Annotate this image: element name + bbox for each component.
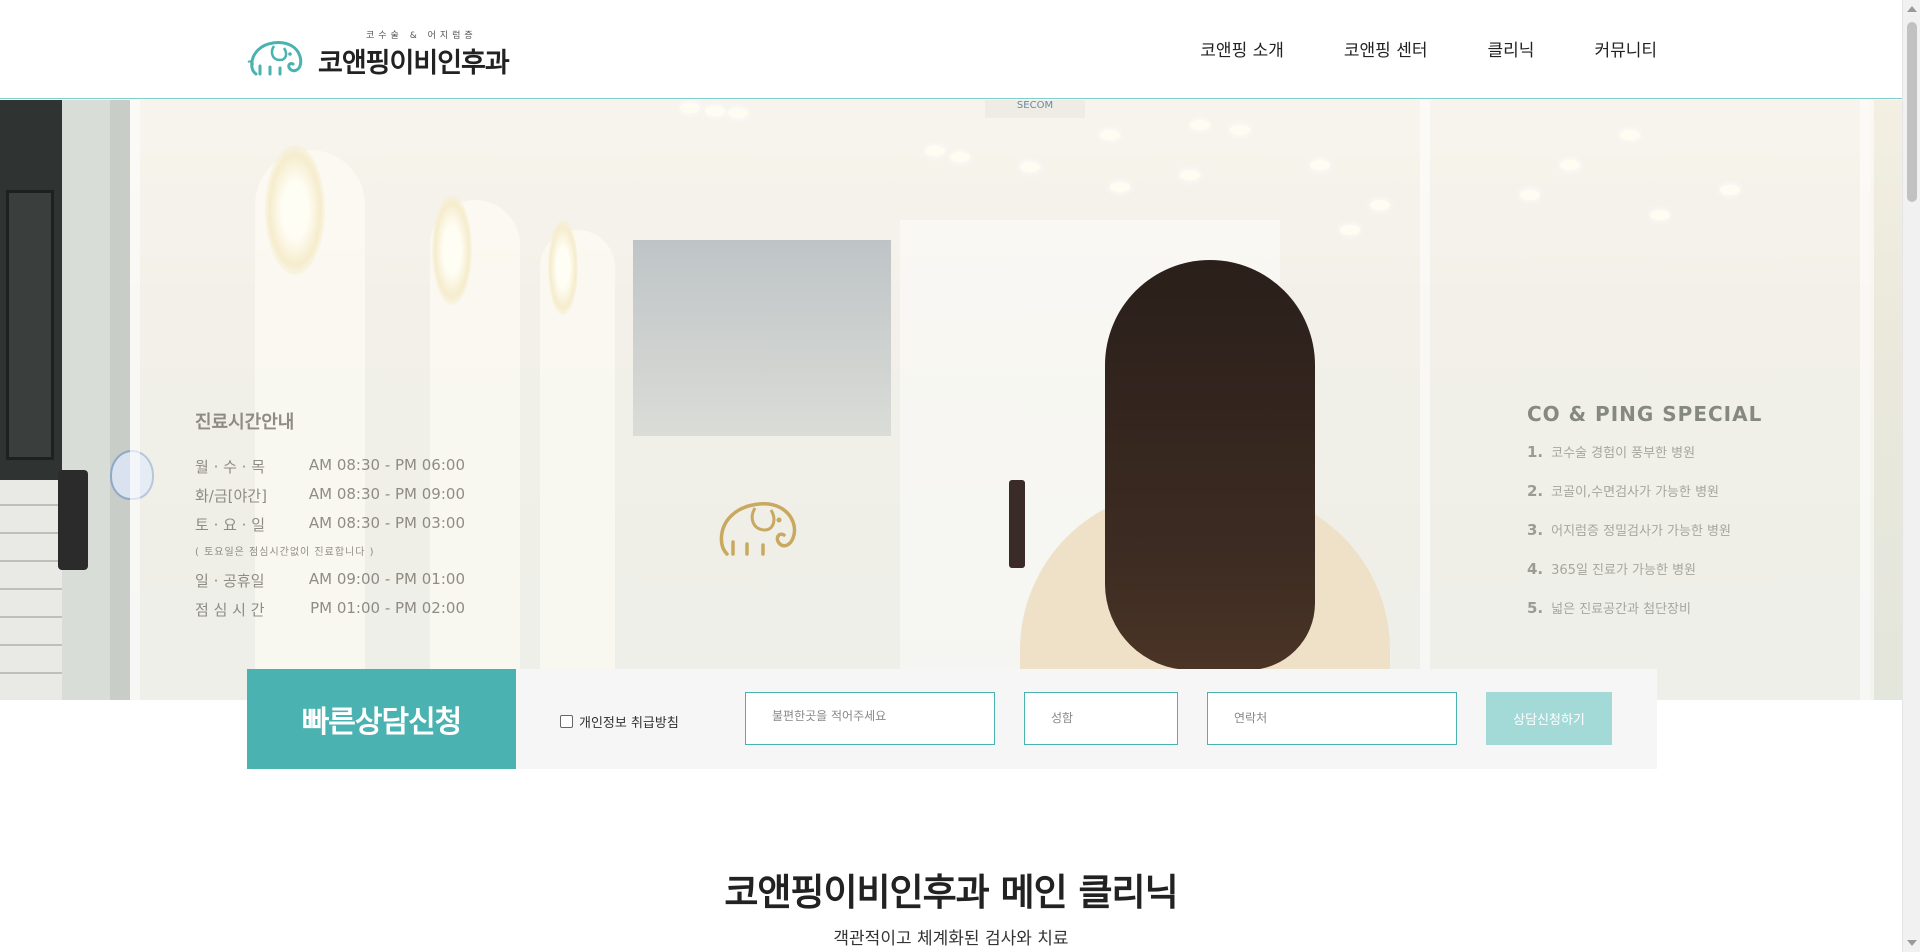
door-lock-icon xyxy=(58,470,88,570)
quick-consult-form: 빠른상담신청 개인정보 취급방침 불편한곳을 적어주세요 성함 연락처 상담신청… xyxy=(247,669,1657,769)
nav-item-clinic[interactable]: 클리닉 xyxy=(1488,36,1535,61)
privacy-label[interactable]: 개인정보 취급방침 xyxy=(579,712,679,731)
hero-bricks xyxy=(0,480,62,700)
logo-title: 코앤핑이비인후과 xyxy=(318,48,510,79)
ceiling-light xyxy=(1310,160,1330,170)
main-nav: 코앤핑 소개 코앤핑 센터 클리닉 커뮤니티 xyxy=(1140,36,1657,61)
checkbox-icon[interactable] xyxy=(560,715,573,728)
hours-day: 토 · 요 · 일 xyxy=(195,516,266,534)
hours-time: PM 01:00 - PM 02:00 xyxy=(310,599,465,617)
hours-row: 화/금[야간] AM 08:30 - PM 09:00 xyxy=(195,485,465,514)
ceiling-light xyxy=(728,108,748,118)
nav-item-center[interactable]: 코앤핑 센터 xyxy=(1344,36,1428,61)
site-logo[interactable]: 코수술 & 어지럼증 코앤핑이비인후과 xyxy=(246,28,526,79)
ceiling-light xyxy=(950,152,970,162)
hours-row: 월 · 수 · 목 AM 08:30 - PM 06:00 xyxy=(195,456,465,485)
ceiling-light xyxy=(1620,130,1640,140)
ceiling-light xyxy=(1340,225,1360,235)
nav-item-community[interactable]: 커뮤니티 xyxy=(1594,36,1657,61)
hours-day: 화/금[야간] xyxy=(195,487,267,505)
special-text: 어지럼증 정밀검사가 가능한 병원 xyxy=(1551,524,1731,539)
glass-frame xyxy=(1860,100,1874,700)
ceiling-light xyxy=(1110,182,1130,192)
ceiling-light xyxy=(925,146,945,156)
scroll-thumb[interactable] xyxy=(1907,22,1917,202)
hours-row: 토 · 요 · 일 AM 08:30 - PM 03:00 xyxy=(195,514,465,543)
ceiling-light xyxy=(1720,185,1740,195)
scroll-up-icon[interactable] xyxy=(1907,6,1917,12)
elephant-logo-icon xyxy=(247,41,303,76)
page-scrollbar[interactable] xyxy=(1902,0,1920,952)
hero-banner: SECOM 진료시간안내 월 · 수 · 목 AM 08:30 - PM 06:0… xyxy=(0,100,1902,700)
scroll-down-icon[interactable] xyxy=(1907,940,1917,946)
submit-consult-button[interactable]: 상담신청하기 xyxy=(1486,692,1612,745)
wall-lamp xyxy=(265,145,325,275)
hours-title: 진료시간안내 xyxy=(195,412,295,433)
special-item: 4. 365일 진료가 가능한 병원 xyxy=(1527,559,1787,598)
ceiling-light xyxy=(1560,160,1580,170)
ceiling-light xyxy=(1520,190,1540,200)
ceiling-light xyxy=(1190,120,1210,130)
special-text: 365일 진료가 가능한 병원 xyxy=(1551,563,1696,578)
wall-lamp xyxy=(432,195,472,305)
hours-day: 월 · 수 · 목 xyxy=(195,458,266,476)
special-item: 1. 코수술 경험이 풍부한 병원 xyxy=(1527,442,1787,481)
ceiling-light xyxy=(1230,125,1250,135)
ceiling-light xyxy=(1020,162,1040,172)
special-text: 넓은 진료공간과 첨단장비 xyxy=(1551,602,1691,617)
consult-title: 빠른상담신청 xyxy=(247,669,516,769)
special-num: 5. xyxy=(1527,599,1544,617)
hours-sign: 진료시간안내 월 · 수 · 목 AM 08:30 - PM 06:00 화/금[… xyxy=(195,408,465,628)
hours-day: 점 심 시 간 xyxy=(195,601,265,619)
ceiling-light xyxy=(1180,170,1200,180)
ceiling-light xyxy=(1100,130,1120,140)
wall-lamp xyxy=(548,220,578,315)
logo-subtitle: 코수술 & 어지럼증 xyxy=(366,31,477,41)
privacy-checkbox[interactable]: 개인정보 취급방침 xyxy=(560,712,679,731)
special-item: 3. 어지럼증 정밀검사가 가능한 병원 xyxy=(1527,520,1787,559)
phone-input[interactable]: 연락처 xyxy=(1207,692,1457,745)
special-text: 코수술 경험이 풍부한 병원 xyxy=(1551,446,1696,461)
ceiling-light xyxy=(1650,210,1670,220)
ceiling-light xyxy=(705,106,725,116)
door-handle xyxy=(1009,480,1025,568)
special-title: CO & PING SPECIAL xyxy=(1527,402,1763,426)
nav-item-about[interactable]: 코앤핑 소개 xyxy=(1200,36,1284,61)
hours-time: AM 09:00 - PM 01:00 xyxy=(308,570,465,588)
section-title: 코앤핑이비인후과 메인 클리닉 xyxy=(724,871,1178,914)
hours-note: ( 토요일은 점심시간없이 진료합니다 ) xyxy=(195,547,375,558)
special-sign: CO & PING SPECIAL 1. 코수술 경험이 풍부한 병원 2. 코골이… xyxy=(1527,402,1787,637)
person-hair xyxy=(1105,260,1315,670)
section-subtitle: 객관적이고 체계화된 검사와 치료 xyxy=(833,929,1069,949)
wall-monitor xyxy=(633,240,891,436)
symptom-input[interactable]: 불편한곳을 적어주세요 xyxy=(745,692,995,745)
special-num: 2. xyxy=(1527,482,1544,500)
glass-frame xyxy=(1420,100,1430,700)
ceiling-light xyxy=(680,103,700,113)
ceiling-light xyxy=(1370,200,1390,210)
special-num: 4. xyxy=(1527,560,1544,578)
hours-row: 일 · 공휴일 AM 09:00 - PM 01:00 xyxy=(195,570,465,599)
hours-time: AM 08:30 - PM 03:00 xyxy=(308,514,465,532)
special-num: 1. xyxy=(1527,443,1544,461)
special-item: 5. 넓은 진료공간과 첨단장비 xyxy=(1527,598,1787,637)
ceiling-sign: SECOM xyxy=(985,100,1085,118)
hours-day: 일 · 공휴일 xyxy=(195,572,265,590)
glass-frame xyxy=(130,100,140,700)
special-item: 2. 코골이,수면검사가 가능한 병원 xyxy=(1527,481,1787,520)
hours-time: AM 08:30 - PM 09:00 xyxy=(308,485,465,503)
elephant-decal-icon xyxy=(719,502,797,556)
hero-window xyxy=(6,190,54,460)
special-text: 코골이,수면검사가 가능한 병원 xyxy=(1551,485,1720,500)
name-input[interactable]: 성함 xyxy=(1024,692,1178,745)
hours-row: 점 심 시 간 PM 01:00 - PM 02:00 xyxy=(195,599,465,628)
special-num: 3. xyxy=(1527,521,1544,539)
site-header: 코수술 & 어지럼증 코앤핑이비인후과 코앤핑 소개 코앤핑 센터 클리닉 커뮤… xyxy=(0,0,1902,99)
hours-time: AM 08:30 - PM 06:00 xyxy=(308,456,465,474)
